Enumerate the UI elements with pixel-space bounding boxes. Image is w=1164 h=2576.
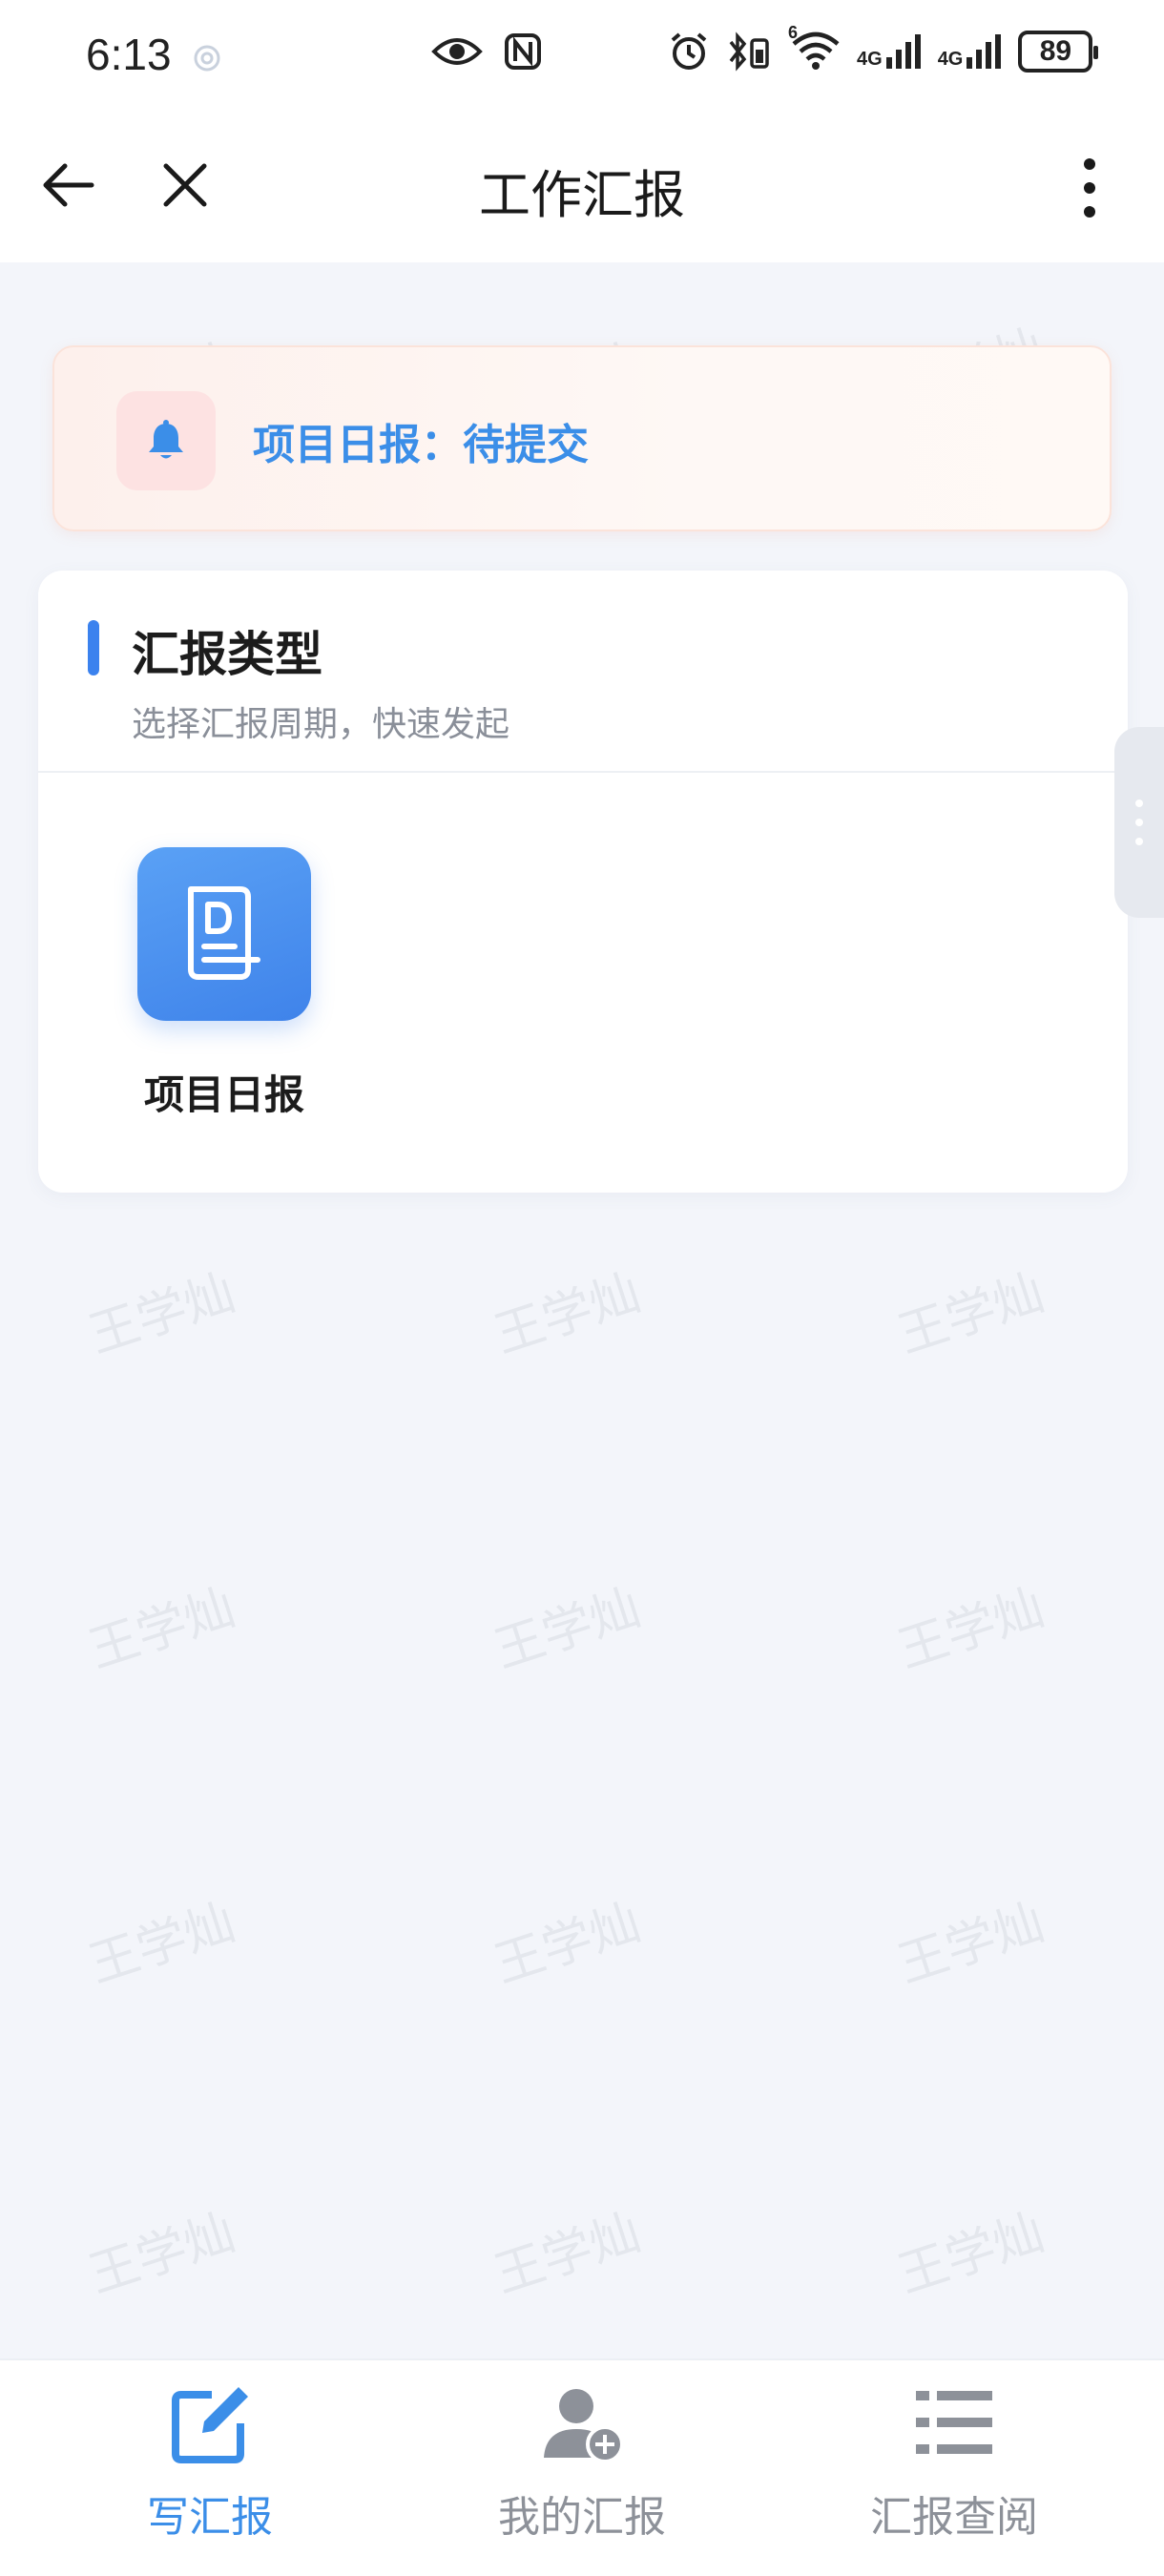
wifi-indicator: 6 (788, 23, 842, 74)
list-icon (916, 2391, 992, 2454)
report-types-card: 汇报类型 选择汇报周期，快速发起 项目日报 (38, 571, 1128, 1193)
bottom-tab-bar: 写汇报 我的汇报 汇报查阅 (0, 2358, 1164, 2576)
app-header: 工作汇报 (0, 114, 1164, 262)
watermark-text: 王学灿 (488, 1264, 648, 1365)
signal-bars-icon (967, 34, 1002, 69)
watermark-text: 王学灿 (488, 1894, 648, 1995)
tab-my-reports[interactable]: 我的汇报 (439, 2381, 725, 2544)
watermark-text: 王学灿 (82, 1579, 242, 1680)
watermark-text: 王学灿 (488, 1579, 648, 1680)
watermark-text: 王学灿 (891, 2204, 1051, 2305)
watermark-text: 王学灿 (891, 1579, 1051, 1680)
signal-1-label: 4G (857, 49, 883, 70)
tab-label: 汇报查阅 (870, 2493, 1038, 2542)
handle-dot (1135, 819, 1143, 826)
status-bar: 6:13 6 4G 4G 89 (0, 0, 1164, 114)
side-drawer-handle[interactable] (1114, 727, 1164, 918)
bluetooth-battery-icon (729, 31, 769, 72)
report-type-tile[interactable] (137, 847, 311, 1021)
tab-label: 我的汇报 (498, 2493, 666, 2542)
divider (38, 771, 1128, 773)
wifi-icon (792, 31, 840, 70)
report-type-label: 项目日报 (143, 1071, 304, 1118)
cell-signal-2: 4G (938, 32, 1004, 71)
handle-dot (1135, 800, 1143, 807)
watermark-text: 王学灿 (891, 1264, 1051, 1365)
handle-dot (1135, 838, 1143, 845)
watermark-text: 王学灿 (82, 1264, 242, 1365)
watermark-text: 王学灿 (488, 2204, 648, 2305)
bell-icon (149, 420, 183, 459)
signal-bars-icon (885, 34, 921, 69)
watermark-text: 王学灿 (82, 2204, 242, 2305)
sync-icon (194, 45, 220, 72)
alarm-icon (671, 32, 707, 70)
status-time: 6:13 (86, 30, 172, 79)
pending-report-notice[interactable]: 项目日报：待提交 (52, 345, 1112, 531)
page-title: 工作汇报 (479, 165, 685, 225)
tab-review-reports[interactable]: 汇报查阅 (811, 2381, 1097, 2544)
battery-indicator: 89 (1018, 31, 1099, 73)
section-subtitle: 选择汇报周期，快速发起 (132, 705, 510, 744)
nfc-icon (505, 33, 541, 70)
report-type-daily[interactable]: 项目日报 (119, 847, 329, 1121)
more-options-icon[interactable] (1069, 155, 1111, 221)
notice-text: 项目日报：待提交 (253, 421, 589, 469)
wifi-tag: 6 (788, 23, 799, 42)
watermark-text: 王学灿 (82, 1894, 242, 1995)
cell-signal-1: 4G (857, 32, 923, 71)
bell-icon-container (116, 391, 216, 490)
signal-2-label: 4G (937, 49, 964, 70)
user-add-icon (544, 2389, 624, 2463)
edit-icon (172, 2387, 248, 2463)
daily-report-icon (188, 886, 260, 980)
eye-icon (431, 38, 483, 65)
section-accent-bar (88, 620, 99, 675)
tab-write-report[interactable]: 写汇报 (67, 2381, 353, 2544)
section-title: 汇报类型 (132, 627, 322, 682)
tab-label: 写汇报 (147, 2493, 273, 2542)
watermark-text: 王学灿 (891, 1894, 1051, 1995)
